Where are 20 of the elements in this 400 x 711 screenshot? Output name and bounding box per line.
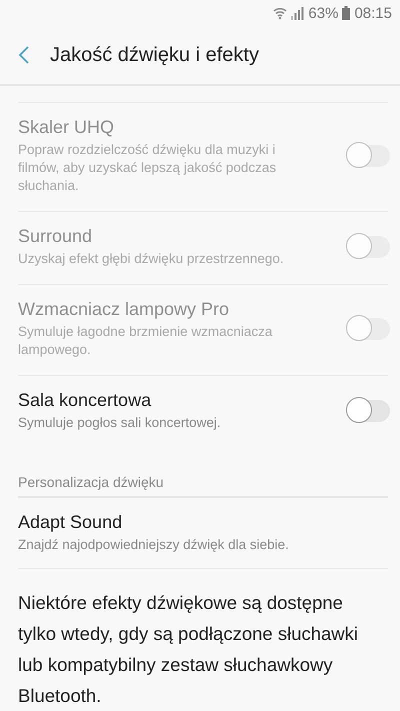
- toggle-switch[interactable]: [348, 400, 390, 422]
- screen-title: Jakość dźwięku i efekty: [50, 44, 259, 67]
- setting-description: Popraw rozdzielczość dźwięku dla muzyki i filmów, aby uzyskać lepszą jakość podczas słuchania.: [18, 141, 278, 195]
- setting-title: Sala koncertowa: [18, 390, 152, 411]
- signal-icon: [291, 6, 304, 20]
- back-button[interactable]: [18, 45, 30, 66]
- setting-title: Adapt Sound: [18, 512, 124, 533]
- battery-icon: [342, 6, 350, 20]
- wifi-icon: [273, 6, 288, 20]
- battery-percent: 63%: [308, 4, 338, 22]
- setting-title: Surround: [18, 226, 94, 247]
- section-header: Personalizacja dźwięku: [18, 473, 165, 492]
- setting-description: Symuluje pogłos sali koncertowej.: [18, 414, 221, 432]
- setting-description: Uzyskaj efekt głębi dźwięku przestrzennego.: [18, 250, 284, 268]
- setting-description: Znajdź najodpowiedniejszy dźwięk dla siebie.: [18, 536, 289, 554]
- setting-description: Symuluje łagodne brzmienie wzmacniacza lampowego.: [18, 323, 274, 359]
- info-note: Niektóre efekty dźwiękowe są dostępne tylko wtedy, gdy są podłączone słuchawki lub kompatybilny zestaw słuchawkowy Bluetooth.: [17, 591, 360, 708]
- clock-time: 08:15: [354, 4, 392, 22]
- setting-title: Wzmacniacz lampowy Pro: [18, 299, 230, 320]
- setting-title: Skaler UHQ: [18, 117, 116, 138]
